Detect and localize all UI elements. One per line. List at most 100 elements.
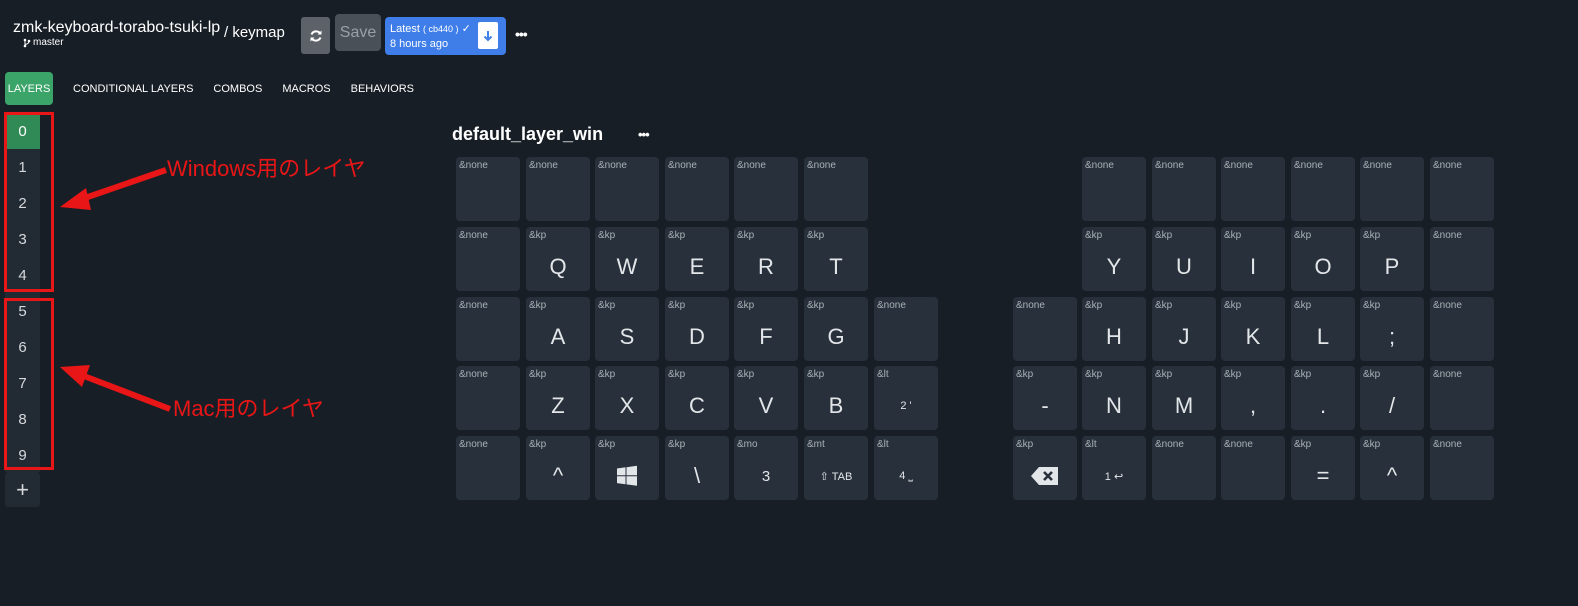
key-param-label: 2 '	[900, 400, 912, 412]
key-0[interactable]: &none	[456, 157, 520, 221]
key-param-label: M	[1174, 393, 1194, 418]
key-46[interactable]: &kp N	[1082, 366, 1146, 430]
download-file-icon[interactable]	[478, 22, 498, 49]
key-behavior-label: &kp	[1016, 439, 1034, 450]
key-behavior-label: &none	[598, 160, 627, 171]
key-33[interactable]: &kp J	[1152, 297, 1216, 361]
key-behavior-label: &kp	[807, 230, 825, 241]
annotation-windows: Windows用のレイヤ	[167, 156, 366, 181]
key-18[interactable]: &kp Y	[1082, 227, 1146, 291]
key-13[interactable]: &kp Q	[526, 227, 590, 291]
key-63[interactable]: &kp =	[1291, 436, 1355, 500]
key-behavior-label: &none	[1433, 230, 1462, 241]
key-30[interactable]: &none	[874, 297, 938, 361]
key-behavior-label: &kp	[1224, 369, 1242, 380]
key-behavior-label: &kp	[807, 369, 825, 380]
key-behavior-label: &kp	[668, 300, 686, 311]
key-behavior-label: &none	[459, 230, 488, 241]
key-41[interactable]: &kp C	[665, 366, 729, 430]
key-26[interactable]: &kp S	[595, 297, 659, 361]
key-42[interactable]: &kp V	[734, 366, 798, 430]
key-36[interactable]: &kp;	[1360, 297, 1424, 361]
more-options-icon[interactable]: •••	[515, 26, 528, 42]
key-22[interactable]: &kp P	[1360, 227, 1424, 291]
key-param-label	[1430, 173, 1494, 221]
key-58[interactable]: &lt 4 ⎵	[874, 436, 938, 500]
key-3[interactable]: &none	[665, 157, 729, 221]
key-53[interactable]: &kp ^	[526, 436, 590, 500]
check-icon: ✓	[461, 23, 471, 35]
key-17[interactable]: &kp T	[804, 227, 868, 291]
key-34[interactable]: &kp K	[1221, 297, 1285, 361]
key-param-label: .	[1319, 393, 1327, 418]
key-6[interactable]: &none	[1082, 157, 1146, 221]
key-61[interactable]: &none	[1152, 436, 1216, 500]
key-behavior-label: &none	[459, 369, 488, 380]
key-4[interactable]: &none	[734, 157, 798, 221]
key-21[interactable]: &kp O	[1291, 227, 1355, 291]
key-15[interactable]: &kp E	[665, 227, 729, 291]
key-behavior-label: &none	[807, 160, 836, 171]
key-behavior-label: &kp	[668, 439, 686, 450]
key-55[interactable]: &kp \	[665, 436, 729, 500]
key-35[interactable]: &kp L	[1291, 297, 1355, 361]
key-29[interactable]: &kp G	[804, 297, 868, 361]
key-20[interactable]: &kp I	[1221, 227, 1285, 291]
key-64[interactable]: &kp ^	[1360, 436, 1424, 500]
key-47[interactable]: &kp M	[1152, 366, 1216, 430]
key-27[interactable]: &kp D	[665, 297, 729, 361]
key-51[interactable]: &none	[1430, 366, 1494, 430]
layer-title[interactable]: default_layer_win	[452, 124, 603, 145]
key-25[interactable]: &kp A	[526, 297, 590, 361]
latest-build-button[interactable]: Latest ( cb440 ) ✓ 8 hours ago	[385, 17, 506, 55]
key-28[interactable]: &kp F	[734, 297, 798, 361]
key-57[interactable]: &mt ⇧ TAB	[804, 436, 868, 500]
key-behavior-label: &kp	[529, 369, 547, 380]
key-32[interactable]: &kp H	[1082, 297, 1146, 361]
key-60[interactable]: &lt 1 ↩	[1082, 436, 1146, 500]
key-2[interactable]: &none	[595, 157, 659, 221]
key-param-label: A	[550, 324, 566, 349]
key-49[interactable]: &kp.	[1291, 366, 1355, 430]
annotation-arrows	[60, 167, 172, 412]
key-16[interactable]: &kp R	[734, 227, 798, 291]
key-behavior-label: &none	[668, 160, 697, 171]
key-param-label: S	[619, 324, 635, 349]
key-54[interactable]: &kp	[595, 436, 659, 500]
key-44[interactable]: &lt 2 '	[874, 366, 938, 430]
key-1[interactable]: &none	[526, 157, 590, 221]
key-param-label: -	[1041, 393, 1049, 418]
key-8[interactable]: &none	[1221, 157, 1285, 221]
key-param-label: R	[758, 254, 774, 279]
layer-more-icon[interactable]: •••	[638, 127, 650, 142]
key-50[interactable]: &kp /	[1360, 366, 1424, 430]
key-23[interactable]: &none	[1430, 227, 1494, 291]
key-5[interactable]: &none	[804, 157, 868, 221]
key-65[interactable]: &none	[1430, 436, 1494, 500]
key-43[interactable]: &kp B	[804, 366, 868, 430]
key-37[interactable]: &none	[1430, 297, 1494, 361]
key-14[interactable]: &kp W	[595, 227, 659, 291]
key-param-label: /	[1388, 393, 1396, 418]
key-11[interactable]: &none	[1430, 157, 1494, 221]
key-56[interactable]: &mo 3	[734, 436, 798, 500]
key-9[interactable]: &none	[1291, 157, 1355, 221]
key-7[interactable]: &none	[1152, 157, 1216, 221]
key-12[interactable]: &none	[456, 227, 520, 291]
key-24[interactable]: &none	[456, 297, 520, 361]
key-behavior-label: &none	[1224, 160, 1253, 171]
key-39[interactable]: &kp Z	[526, 366, 590, 430]
key-62[interactable]: &none	[1221, 436, 1285, 500]
key-31[interactable]: &none	[1013, 297, 1077, 361]
key-behavior-label: &none	[529, 160, 558, 171]
key-10[interactable]: &none	[1360, 157, 1424, 221]
key-param-label: 3	[761, 467, 771, 485]
key-59[interactable]: &kp	[1013, 436, 1077, 500]
key-38[interactable]: &none	[456, 366, 520, 430]
key-45[interactable]: &kp -	[1013, 366, 1077, 430]
key-19[interactable]: &kp U	[1152, 227, 1216, 291]
key-40[interactable]: &kp X	[595, 366, 659, 430]
key-52[interactable]: &none	[456, 436, 520, 500]
key-param-label	[1152, 173, 1216, 221]
key-48[interactable]: &kp,	[1221, 366, 1285, 430]
